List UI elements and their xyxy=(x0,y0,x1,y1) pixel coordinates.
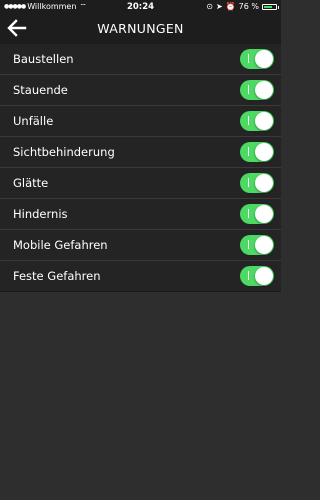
status-bar: ●●●●● Willkommen ⌔ 20:24 ⊙ ➤ ⏰ 76 % xyxy=(0,0,281,14)
warning-toggle[interactable] xyxy=(240,111,274,131)
warning-toggle[interactable] xyxy=(240,266,274,286)
warning-label: Glätte xyxy=(13,176,49,190)
warning-label: Hindernis xyxy=(13,207,68,221)
warning-toggle[interactable] xyxy=(240,142,274,162)
warning-label: Feste Gefahren xyxy=(13,269,101,283)
battery-percent: 76 % xyxy=(238,2,259,11)
list-item: Stauende xyxy=(0,75,281,106)
list-item: Unfälle xyxy=(0,106,281,137)
warning-toggle[interactable] xyxy=(240,49,274,69)
warning-label: Baustellen xyxy=(13,52,74,66)
list-item: Feste Gefahren xyxy=(0,261,281,292)
warning-toggle[interactable] xyxy=(240,204,274,224)
status-right: ⊙ ➤ ⏰ 76 % xyxy=(206,0,279,14)
warning-toggle[interactable] xyxy=(240,235,274,255)
alarm-icon: ⏰ xyxy=(225,2,236,11)
list-item: Baustellen xyxy=(0,44,281,75)
location-icon: ➤ xyxy=(216,2,223,11)
warning-toggle[interactable] xyxy=(240,173,274,193)
list-item: Hindernis xyxy=(0,199,281,230)
warning-label: Mobile Gefahren xyxy=(13,238,108,252)
list-item: Mobile Gefahren xyxy=(0,230,281,261)
battery-icon xyxy=(262,4,279,10)
warning-toggle[interactable] xyxy=(240,80,274,100)
orientation-lock-icon: ⊙ xyxy=(206,2,213,11)
warning-label: Unfälle xyxy=(13,114,54,128)
list-item: Sichtbehinderung xyxy=(0,137,281,168)
page-title: WARNUNGEN xyxy=(97,21,184,36)
nav-bar: WARNUNGEN xyxy=(0,14,281,44)
list-item: Glätte xyxy=(0,168,281,199)
warning-list: Baustellen Stauende Unfälle Sichtbehinde… xyxy=(0,44,281,292)
warning-label: Stauende xyxy=(13,83,68,97)
warning-label: Sichtbehinderung xyxy=(13,145,115,159)
